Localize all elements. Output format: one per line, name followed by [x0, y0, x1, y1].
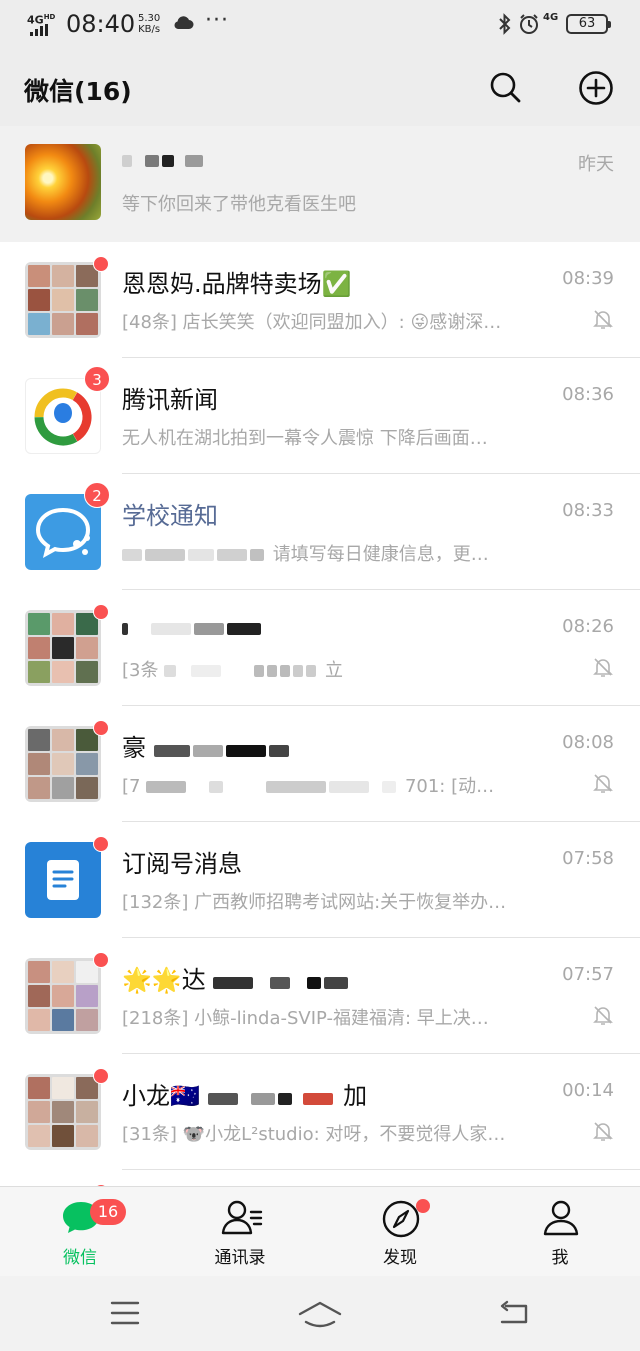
- search-icon[interactable]: [488, 70, 522, 104]
- tab-chats[interactable]: 16 微信: [0, 1187, 160, 1277]
- tab-label: 通讯录: [214, 1248, 266, 1268]
- group-avatar: [25, 610, 101, 686]
- unread-dot: [93, 604, 109, 620]
- unread-badge: 3: [84, 366, 110, 392]
- tab-label: 微信: [63, 1248, 97, 1268]
- more-notifications-icon: ···: [205, 8, 229, 33]
- group-avatar: [25, 726, 101, 802]
- mute-icon: [593, 1122, 613, 1141]
- chat-time: 00:14: [562, 1080, 614, 1101]
- chat-item[interactable]: 等下你回来了带他克看医生吧 昨天: [0, 126, 640, 242]
- tab-unread-badge: 16: [90, 1199, 126, 1225]
- tab-contacts[interactable]: 通讯录: [160, 1187, 320, 1277]
- cloud-icon: [174, 16, 194, 29]
- chat-preview: [218条] 小鲸-linda-SVIP-福建福清: 早上决…: [122, 1008, 489, 1029]
- chat-preview: 等下你回来了带他克看医生吧: [122, 194, 356, 215]
- unread-dot: [93, 720, 109, 736]
- chat-item[interactable]: 小龙🇦🇺 加 [31条] 🐨小龙L²studio: 对呀，不要觉得人家… 00:…: [0, 1054, 640, 1170]
- group-avatar: [25, 958, 101, 1034]
- system-navigation-bar: [0, 1276, 640, 1351]
- home-icon[interactable]: [298, 1300, 342, 1328]
- chat-name: 豪: [122, 728, 292, 763]
- clock: 08:40: [66, 10, 136, 38]
- unread-dot: [93, 256, 109, 272]
- battery-indicator: 63: [566, 14, 611, 34]
- chat-name: 腾讯新闻: [122, 386, 218, 414]
- chat-list[interactable]: 等下你回来了带他克看医生吧 昨天 恩恩妈.品牌特卖场✅ [48条] 店长笑笑（欢…: [0, 126, 640, 1186]
- tab-unread-dot: [416, 1199, 430, 1213]
- chat-preview: 无人机在湖北拍到一幕令人震惊 下降后画面…: [122, 428, 488, 449]
- chat-item[interactable]: 🌟🌟达 [218条] 小鲸-linda-SVIP-福建福清: 早上决… 07:5…: [0, 938, 640, 1054]
- menu-icon[interactable]: [110, 1300, 140, 1326]
- avatar: [25, 144, 101, 220]
- chat-item[interactable]: 3 腾讯新闻 无人机在湖北拍到一幕令人震惊 下降后画面… 08:36: [0, 358, 640, 474]
- chat-time: 08:39: [562, 268, 614, 289]
- chat-item[interactable]: [3条 立 08:26: [0, 590, 640, 706]
- chat-name: [122, 612, 264, 641]
- chat-name: 学校通知: [122, 502, 218, 530]
- unread-dot: [93, 952, 109, 968]
- chat-item[interactable]: 豪 [7 701: [动… 08:08: [0, 706, 640, 822]
- chat-name: 恩恩妈.品牌特卖场✅: [122, 270, 352, 298]
- contacts-icon: [221, 1200, 263, 1235]
- chat-name: 小龙🇦🇺 加: [122, 1082, 368, 1110]
- mute-icon: [593, 310, 613, 329]
- network-speed: 5.30 KB/s: [138, 13, 161, 35]
- chat-name: [122, 144, 206, 173]
- chat-preview: [31条] 🐨小龙L²studio: 对呀，不要觉得人家…: [122, 1124, 506, 1145]
- chat-item[interactable]: 恩恩妈.品牌特卖场✅ [48条] 店长笑笑（欢迎同盟加入）: 😜感谢深… 08:…: [0, 242, 640, 358]
- page-title: 微信(16): [24, 77, 132, 106]
- chat-time: 昨天: [578, 154, 614, 175]
- mute-icon: [593, 774, 613, 793]
- tab-me[interactable]: 我: [480, 1187, 640, 1277]
- back-icon[interactable]: [498, 1300, 530, 1326]
- tab-label: 发现: [383, 1248, 417, 1268]
- unread-badge: 2: [84, 482, 110, 508]
- chat-name: 订阅号消息: [122, 850, 242, 878]
- mute-icon: [593, 658, 613, 677]
- bluetooth-icon: [499, 13, 511, 35]
- group-avatar: [25, 262, 101, 338]
- tab-label: 我: [551, 1248, 569, 1268]
- subscriptions-logo: [25, 842, 101, 918]
- group-avatar: [25, 1074, 101, 1150]
- mobile-data-icon: 4G: [543, 12, 559, 23]
- chat-time: 08:08: [562, 732, 614, 753]
- add-icon[interactable]: [578, 70, 614, 106]
- chat-time: 08:36: [562, 384, 614, 405]
- chat-preview: [3条 立: [122, 660, 343, 681]
- chat-time: 08:33: [562, 500, 614, 521]
- person-icon: [543, 1200, 579, 1236]
- status-bar: 4GHD 08:40 5.30 KB/s ··· 4G 63: [0, 0, 640, 50]
- chat-item[interactable]: [0, 1170, 640, 1186]
- unread-dot: [93, 1068, 109, 1084]
- signal-icon: [30, 24, 50, 36]
- chat-preview: [7 701: [动…: [122, 776, 495, 797]
- chat-time: 08:26: [562, 616, 614, 637]
- chat-name: 🌟🌟达: [122, 960, 351, 995]
- compass-icon: [382, 1200, 420, 1238]
- chat-item[interactable]: 订阅号消息 [132条] 广西教师招聘考试网站:关于恢复举办… 07:58: [0, 822, 640, 938]
- chat-item[interactable]: 2 学校通知 请填写每日健康信息，更… 08:33: [0, 474, 640, 590]
- chat-time: 07:58: [562, 848, 614, 869]
- tab-discover[interactable]: 发现: [320, 1187, 480, 1277]
- chat-time: 07:57: [562, 964, 614, 985]
- top-bar: 微信(16): [0, 50, 640, 126]
- chat-preview: 请填写每日健康信息，更…: [122, 540, 552, 566]
- unread-dot: [93, 836, 109, 852]
- alarm-icon: [520, 14, 538, 34]
- chat-preview: [132条] 广西教师招聘考试网站:关于恢复举办…: [122, 892, 507, 913]
- chat-preview: [48条] 店长笑笑（欢迎同盟加入）: 😜感谢深…: [122, 312, 502, 333]
- bottom-tab-bar: 16 微信 通讯录 发现 我: [0, 1186, 640, 1276]
- mute-icon: [593, 1006, 613, 1025]
